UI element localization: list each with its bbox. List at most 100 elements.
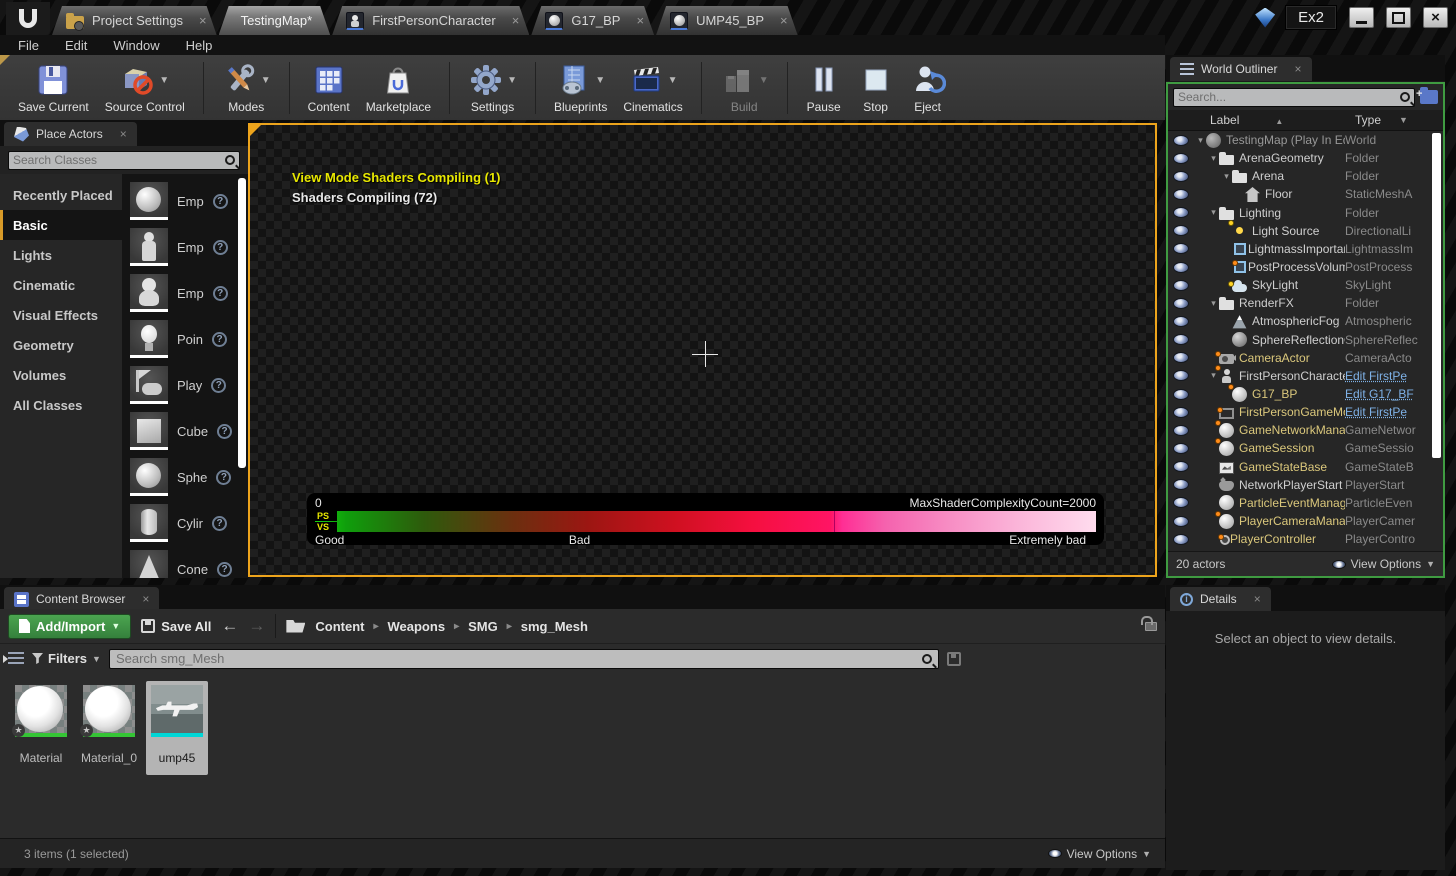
outliner-search-input[interactable] <box>1178 90 1400 104</box>
forward-button[interactable]: → <box>248 616 265 636</box>
edit-blueprint-link[interactable]: Edit FirstPe <box>1345 405 1429 419</box>
outliner-row-g17-bp[interactable]: G17_BPEdit G17_BF <box>1168 385 1443 403</box>
help-icon[interactable]: ? <box>213 194 228 209</box>
column-label[interactable]: Label▲ <box>1168 113 1355 127</box>
outliner-row-postprocessvolume[interactable]: PostProcessVolumePostProcess <box>1168 258 1443 276</box>
minimize-button[interactable] <box>1349 7 1374 28</box>
modes-button[interactable]: ▼Modes <box>214 59 279 116</box>
category-basic[interactable]: Basic <box>0 210 122 240</box>
outliner-row-arena[interactable]: ▾ArenaFolder <box>1168 167 1443 185</box>
tab-world-outliner[interactable]: World Outliner × <box>1170 57 1312 81</box>
close-icon[interactable]: × <box>1254 592 1261 606</box>
eject-button[interactable]: Eject <box>902 59 954 116</box>
visibility-eye-icon[interactable] <box>1173 171 1189 182</box>
place-actor-item[interactable]: Cone? <box>130 546 248 578</box>
breadcrumb-smg[interactable]: SMG <box>468 619 498 634</box>
visibility-eye-icon[interactable] <box>1173 153 1189 164</box>
back-button[interactable]: ← <box>221 616 238 636</box>
help-icon[interactable]: ? <box>216 470 231 485</box>
unlock-icon[interactable] <box>1145 622 1157 631</box>
stop-button[interactable]: Stop <box>850 59 902 116</box>
outliner-row-testingmap-play-in-edit[interactable]: ▾TestingMap (Play In EditWorld <box>1168 131 1443 149</box>
visibility-eye-icon[interactable] <box>1173 479 1189 490</box>
close-tab-icon[interactable]: × <box>628 13 644 28</box>
chevron-down-icon[interactable]: ▼ <box>668 75 678 86</box>
visibility-eye-icon[interactable] <box>1173 262 1189 273</box>
place-actor-item[interactable]: Emp? <box>130 270 248 316</box>
visibility-eye-icon[interactable] <box>1173 352 1189 363</box>
source-control-button[interactable]: ▼Source Control <box>97 59 193 116</box>
visibility-eye-icon[interactable] <box>1173 280 1189 291</box>
visibility-eye-icon[interactable] <box>1173 497 1189 508</box>
outliner-row-lighting[interactable]: ▾LightingFolder <box>1168 204 1443 222</box>
menu-file[interactable]: File <box>18 38 39 53</box>
outliner-view-options[interactable]: View Options ▼ <box>1332 557 1435 571</box>
visibility-eye-icon[interactable] <box>1173 370 1189 381</box>
asset-search-input[interactable] <box>116 651 922 666</box>
outliner-search-box[interactable] <box>1173 88 1415 107</box>
scrollbar-thumb[interactable] <box>238 178 246 468</box>
category-visual-effects[interactable]: Visual Effects <box>0 300 122 330</box>
expand-arrow-icon[interactable]: ▾ <box>1208 298 1219 309</box>
outliner-row-skylight[interactable]: SkyLightSkyLight <box>1168 276 1443 294</box>
asset-material[interactable]: ★Material <box>10 681 72 775</box>
visibility-eye-icon[interactable] <box>1173 407 1189 418</box>
category-all-classes[interactable]: All Classes <box>0 390 122 420</box>
outliner-row-atmosphericfog[interactable]: AtmosphericFogAtmospheric <box>1168 312 1443 330</box>
visibility-eye-icon[interactable] <box>1173 207 1189 218</box>
menu-edit[interactable]: Edit <box>65 38 87 53</box>
help-icon[interactable]: ? <box>213 240 228 255</box>
outliner-row-gamestatebase[interactable]: GameStateBaseGameStateB <box>1168 458 1443 476</box>
expand-arrow-icon[interactable]: ▾ <box>1221 171 1232 182</box>
outliner-row-firstpersongamemod[interactable]: FirstPersonGameModEdit FirstPe <box>1168 403 1443 421</box>
category-geometry[interactable]: Geometry <box>0 330 122 360</box>
close-icon[interactable]: × <box>142 592 149 606</box>
chevron-down-icon[interactable]: ▼ <box>759 75 769 86</box>
settings-button[interactable]: ▼Settings <box>460 59 525 116</box>
close-tab-icon[interactable]: × <box>504 13 520 28</box>
document-tab-project-settings[interactable]: Project Settings× <box>52 6 217 35</box>
document-tab-testingmap[interactable]: TestingMap* <box>219 6 331 35</box>
chevron-down-icon[interactable]: ▼ <box>159 75 169 86</box>
category-recently-placed[interactable]: Recently Placed <box>0 180 122 210</box>
expand-arrow-icon[interactable]: ▾ <box>1208 153 1219 164</box>
chevron-down-icon[interactable]: ▼ <box>595 75 605 86</box>
outliner-row-lightmassimportan[interactable]: LightmassImportanLightmassIm <box>1168 240 1443 258</box>
chevron-down-icon[interactable]: ▼ <box>507 75 517 86</box>
asset-ump45[interactable]: ump45 <box>146 681 208 775</box>
close-icon[interactable]: × <box>120 127 127 141</box>
document-tab-g17-bp[interactable]: G17_BP× <box>531 6 654 35</box>
place-actor-item[interactable]: Play? <box>130 362 248 408</box>
marketplace-gem-icon[interactable] <box>1255 8 1275 28</box>
place-actor-item[interactable]: Cylir? <box>130 500 248 546</box>
type-filter-icon[interactable]: ▼ <box>1399 115 1408 125</box>
menu-window[interactable]: Window <box>113 38 159 53</box>
outliner-row-gamesession[interactable]: GameSessionGameSessio <box>1168 439 1443 457</box>
close-icon[interactable]: × <box>1294 62 1301 76</box>
breadcrumb-smg-mesh[interactable]: smg_Mesh <box>521 619 588 634</box>
asset-material-0[interactable]: ★Material_0 <box>76 681 142 775</box>
outliner-row-cameraactor[interactable]: CameraActorCameraActo <box>1168 349 1443 367</box>
close-button[interactable]: × <box>1423 7 1448 28</box>
outliner-row-gamenetworkmanage[interactable]: GameNetworkManageGameNetwor <box>1168 421 1443 439</box>
tab-content-browser[interactable]: Content Browser × <box>4 587 159 611</box>
visibility-eye-icon[interactable] <box>1173 189 1189 200</box>
visibility-eye-icon[interactable] <box>1173 298 1189 309</box>
search-classes-box[interactable] <box>8 151 240 170</box>
outliner-row-spherereflectionca[interactable]: SphereReflectionCaSphereReflec <box>1168 331 1443 349</box>
outliner-row-playercontroller[interactable]: PlayerControllerPlayerContro <box>1168 530 1443 548</box>
document-tab-firstpersoncharacter[interactable]: FirstPersonCharacter× <box>332 6 529 35</box>
visibility-eye-icon[interactable] <box>1173 389 1189 400</box>
category-lights[interactable]: Lights <box>0 240 122 270</box>
help-icon[interactable]: ? <box>211 378 226 393</box>
save-search-icon[interactable] <box>947 652 961 666</box>
menu-help[interactable]: Help <box>186 38 213 53</box>
scrollbar-thumb[interactable] <box>1432 133 1441 458</box>
content-view-options[interactable]: View Options ▼ <box>1048 847 1151 861</box>
expand-arrow-icon[interactable]: ▾ <box>1208 207 1219 218</box>
help-icon[interactable]: ? <box>213 286 228 301</box>
visibility-eye-icon[interactable] <box>1173 225 1189 236</box>
place-actor-item[interactable]: Emp? <box>130 178 248 224</box>
visibility-eye-icon[interactable] <box>1173 443 1189 454</box>
sources-panel-icon[interactable] <box>8 652 24 665</box>
